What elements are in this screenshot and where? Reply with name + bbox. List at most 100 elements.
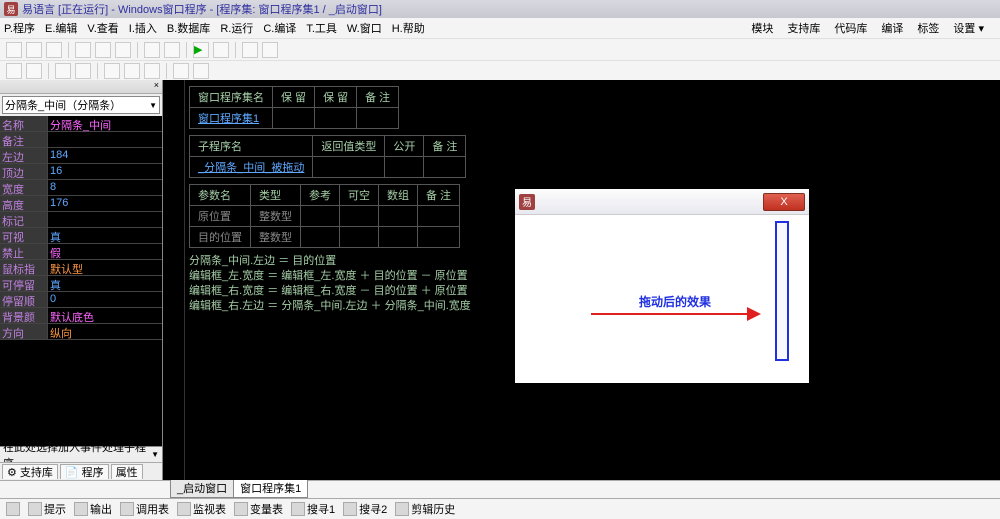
sb-find2[interactable]: 搜寻2 <box>343 501 387 517</box>
table-cell[interactable]: 窗口程序集1 <box>190 108 273 129</box>
prop-row[interactable]: 标记 <box>0 212 162 228</box>
tb2-8[interactable] <box>173 63 189 79</box>
sb-var[interactable]: 变量表 <box>234 501 283 517</box>
prop-value[interactable]: 176 <box>48 196 162 211</box>
prop-value[interactable]: 分隔条_中间 <box>48 116 162 131</box>
sb-out[interactable]: 输出 <box>74 501 112 517</box>
menu-module[interactable]: 模块 <box>751 20 773 36</box>
tb-run[interactable]: ▶ <box>193 42 209 58</box>
tb2-2[interactable] <box>26 63 42 79</box>
menu-compile[interactable]: 编译 <box>881 20 903 36</box>
prop-row[interactable]: 停留顺序0 <box>0 292 162 308</box>
table-cell[interactable]: 整数型 <box>251 206 301 227</box>
menu-c[interactable]: C.编译 <box>263 20 296 36</box>
prop-row[interactable]: 左边184 <box>0 148 162 164</box>
prop-value[interactable]: 默认型 <box>48 260 162 275</box>
sb-find1[interactable]: 搜寻1 <box>291 501 335 517</box>
table-cell[interactable] <box>385 157 424 178</box>
table-cell[interactable] <box>340 227 379 248</box>
tb2-7[interactable] <box>144 63 160 79</box>
tb2-6[interactable] <box>124 63 140 79</box>
table-cell[interactable] <box>418 227 460 248</box>
menu-b[interactable]: B.数据库 <box>167 20 210 36</box>
tb2-9[interactable] <box>193 63 209 79</box>
prop-row[interactable]: 顶边16 <box>0 164 162 180</box>
prop-value[interactable]: 8 <box>48 180 162 195</box>
prop-row[interactable]: 备注 <box>0 132 162 148</box>
object-selector[interactable]: 分隔条_中间（分隔条） ▼ <box>2 96 160 114</box>
prop-row[interactable]: 背景颜色默认底色 <box>0 308 162 324</box>
tab-prog[interactable]: 📄 程序 <box>60 464 109 479</box>
prop-row[interactable]: 名称分隔条_中间 <box>0 116 162 132</box>
table-cell[interactable] <box>418 206 460 227</box>
sb-hint[interactable]: 提示 <box>28 501 66 517</box>
menu-h[interactable]: H.帮助 <box>392 20 425 36</box>
table-cell[interactable] <box>315 108 357 129</box>
prop-value[interactable]: 假 <box>48 244 162 259</box>
sb-call[interactable]: 调用表 <box>120 501 169 517</box>
tb2-1[interactable] <box>6 63 22 79</box>
prop-value[interactable]: 16 <box>48 164 162 179</box>
prop-row[interactable]: 鼠标指针默认型 <box>0 260 162 276</box>
tb-stop[interactable] <box>213 42 229 58</box>
menu-codelib[interactable]: 代码库 <box>834 20 867 36</box>
table-cell[interactable] <box>273 108 315 129</box>
table-cell[interactable] <box>424 157 466 178</box>
tb-redo[interactable] <box>164 42 180 58</box>
prop-row[interactable]: 可视真 <box>0 228 162 244</box>
table-cell[interactable] <box>313 157 385 178</box>
prop-row[interactable]: 禁止假 <box>0 244 162 260</box>
prop-value[interactable]: 184 <box>48 148 162 163</box>
preview-titlebar[interactable]: 易 X <box>515 189 809 215</box>
table-cell[interactable]: 整数型 <box>251 227 301 248</box>
tb-new[interactable] <box>6 42 22 58</box>
table-cell[interactable] <box>357 108 399 129</box>
close-button[interactable]: X <box>763 193 805 211</box>
tb-misc1[interactable] <box>242 42 258 58</box>
tb-open[interactable] <box>26 42 42 58</box>
prop-row[interactable]: 宽度8 <box>0 180 162 196</box>
tab-progset1[interactable]: 窗口程序集1 <box>233 479 308 498</box>
menu-i[interactable]: I.插入 <box>129 20 157 36</box>
table-cell[interactable]: 目的位置 <box>190 227 251 248</box>
table-cell[interactable] <box>301 206 340 227</box>
table-cell[interactable]: _分隔条_中间_被拖动 <box>190 157 313 178</box>
menu-lib[interactable]: 支持库 <box>787 20 820 36</box>
panel-close-icon[interactable]: × <box>151 80 162 90</box>
prop-row[interactable]: 方向纵向 <box>0 324 162 340</box>
sb-icon[interactable] <box>6 502 20 516</box>
tb-save[interactable] <box>46 42 62 58</box>
table-cell[interactable] <box>379 206 418 227</box>
menu-t[interactable]: T.工具 <box>306 20 337 36</box>
table-cell[interactable] <box>340 206 379 227</box>
table-cell[interactable] <box>301 227 340 248</box>
table-cell[interactable]: 原位置 <box>190 206 251 227</box>
tb-undo[interactable] <box>144 42 160 58</box>
sb-watch[interactable]: 监视表 <box>177 501 226 517</box>
tb2-5[interactable] <box>104 63 120 79</box>
tb-misc2[interactable] <box>262 42 278 58</box>
menu-tag[interactable]: 标签 <box>917 20 939 36</box>
tb2-4[interactable] <box>75 63 91 79</box>
prop-value[interactable]: 真 <box>48 228 162 243</box>
event-selector[interactable]: 在此处选择加入事件处理子程序▼ <box>0 446 162 462</box>
menu-r[interactable]: R.运行 <box>220 20 253 36</box>
prop-value[interactable] <box>48 212 162 227</box>
table-cell[interactable] <box>379 227 418 248</box>
prop-row[interactable]: 可停留焦点真 <box>0 276 162 292</box>
sb-clip[interactable]: 剪辑历史 <box>395 501 455 517</box>
menu-p[interactable]: P.程序 <box>4 20 35 36</box>
tb2-3[interactable] <box>55 63 71 79</box>
splitter-bar[interactable] <box>775 221 789 361</box>
tb-cut[interactable] <box>75 42 91 58</box>
prop-value[interactable]: 0 <box>48 292 162 307</box>
menu-e[interactable]: E.编辑 <box>45 20 77 36</box>
menu-w[interactable]: W.窗口 <box>347 20 382 36</box>
menu-v[interactable]: V.查看 <box>87 20 118 36</box>
tb-copy[interactable] <box>95 42 111 58</box>
prop-row[interactable]: 高度176 <box>0 196 162 212</box>
menu-config[interactable]: 设置 ▾ <box>953 20 984 36</box>
tab-startwin[interactable]: _启动窗口 <box>170 479 234 498</box>
prop-value[interactable] <box>48 132 162 147</box>
tb-paste[interactable] <box>115 42 131 58</box>
